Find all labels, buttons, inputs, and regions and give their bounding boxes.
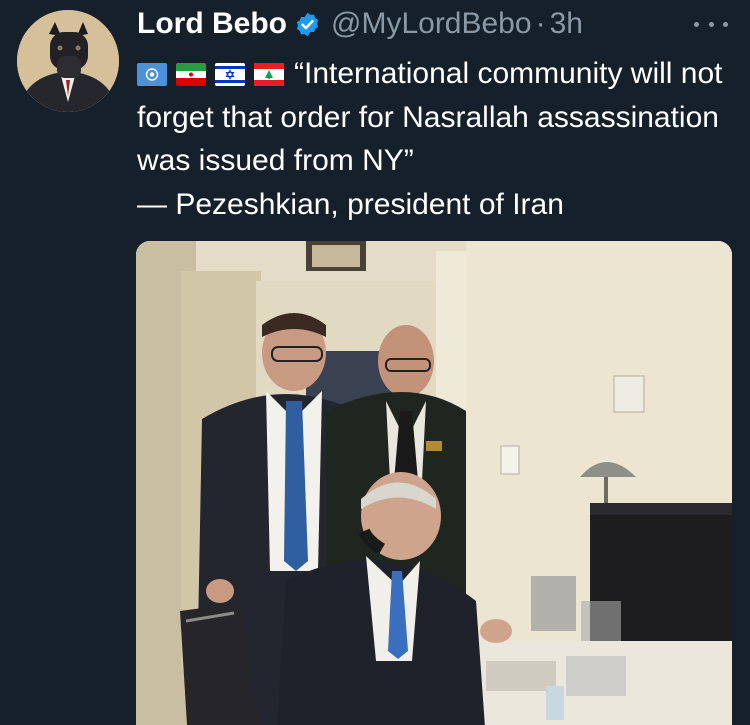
- header-separator: ·: [535, 7, 546, 40]
- united-nations-flag-icon: [137, 63, 167, 86]
- tweet-card[interactable]: Lord Bebo @MyLordBebo · 3h “Internationa…: [0, 0, 750, 725]
- tweet-photo[interactable]: [136, 241, 732, 725]
- lebanon-flag-icon: [254, 63, 284, 86]
- tweet-text: “International community will not forget…: [137, 52, 732, 226]
- avatar-image: [17, 10, 119, 112]
- tweet-timestamp[interactable]: 3h: [550, 7, 583, 41]
- author-handle[interactable]: @MyLordBebo: [331, 7, 532, 41]
- verified-badge-icon: [294, 11, 321, 38]
- avatar[interactable]: [17, 10, 119, 112]
- iran-flag-icon: [176, 63, 206, 86]
- tweet-attribution: — Pezeshkian, president of Iran: [137, 187, 564, 221]
- israel-flag-icon: [215, 63, 245, 86]
- photo-image: [136, 241, 732, 725]
- more-options-icon[interactable]: [694, 14, 728, 34]
- author-name[interactable]: Lord Bebo: [137, 7, 287, 41]
- tweet-header: Lord Bebo @MyLordBebo · 3h: [137, 4, 583, 44]
- flag-emoji-group: [137, 63, 284, 86]
